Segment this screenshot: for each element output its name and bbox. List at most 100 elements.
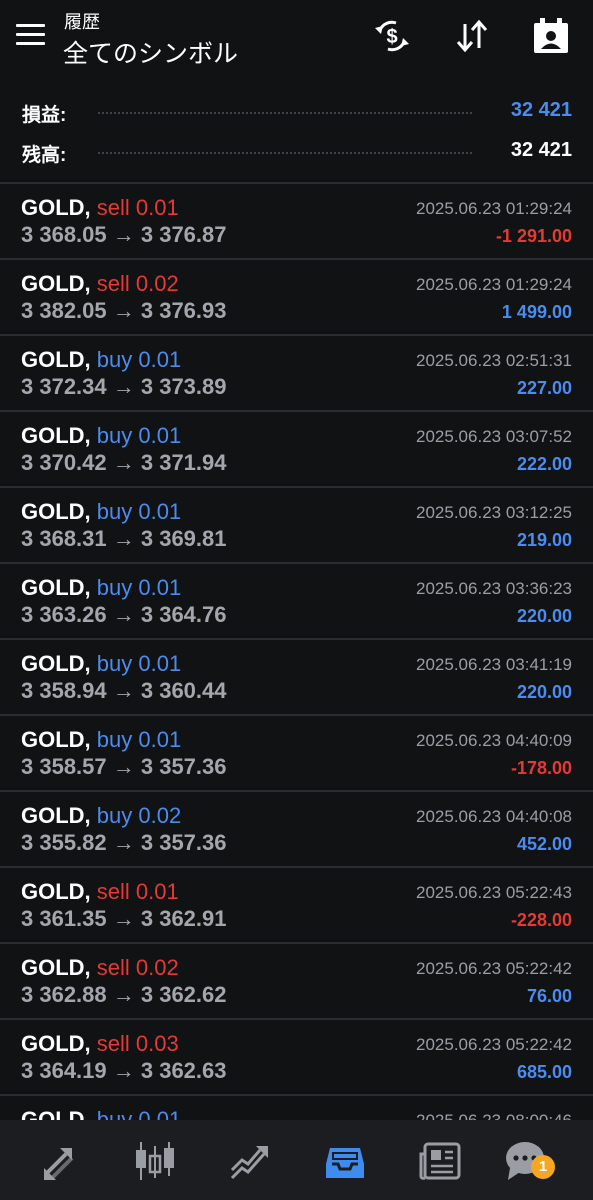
trade-side-volume: sell 0.02	[96, 271, 179, 296]
trade-prices: 3 361.35 → 3 362.91	[21, 906, 227, 931]
trade-prices: 3 382.05 → 3 376.93	[21, 298, 227, 323]
symbol-name: GOLD,	[21, 651, 91, 676]
symbol-name: GOLD,	[21, 423, 91, 448]
profit-row: 損益: 32 421	[22, 96, 572, 126]
app-header: 履歴 全てのシンボル $	[0, 0, 593, 90]
trade-symbol: GOLD, buy 0.01	[21, 1107, 181, 1120]
trade-symbol: GOLD, sell 0.01	[21, 879, 179, 905]
trade-time: 2025.06.23 05:22:42	[416, 959, 572, 978]
trade-prices: 3 358.57 → 3 357.36	[21, 754, 227, 779]
trade-row[interactable]: GOLD, sell 0.01 3 361.35 → 3 362.91 2025.0…	[0, 868, 593, 944]
profit-value: 32 421	[510, 99, 572, 121]
trade-row[interactable]: GOLD, buy 0.01 2025.06.23 08:00:46	[0, 1096, 593, 1120]
trade-row[interactable]: GOLD, buy 0.02 3 355.82 → 3 357.36 2025.06…	[0, 792, 593, 868]
trade-time: 2025.06.23 04:40:08	[416, 807, 572, 826]
trade-time: 2025.06.23 05:22:43	[416, 883, 572, 902]
trade-row[interactable]: GOLD, buy 0.01 3 370.42 → 3 371.94 2025.06…	[0, 412, 593, 488]
trade-row[interactable]: GOLD, sell 0.02 3 362.88 → 3 362.62 2025.0…	[0, 944, 593, 1020]
trade-row[interactable]: GOLD, sell 0.01 3 368.05 → 3 376.87 2025.0…	[0, 184, 593, 260]
symbol-name: GOLD,	[21, 727, 91, 752]
trade-time: 2025.06.23 03:12:25	[416, 503, 572, 522]
trade-prices: 3 368.31 → 3 369.81	[21, 526, 227, 551]
trade-row[interactable]: GOLD, sell 0.02 3 382.05 → 3 376.93 2025.0…	[0, 260, 593, 336]
trade-prices: 3 370.42 → 3 371.94	[21, 450, 227, 475]
news-icon[interactable]	[417, 1138, 463, 1184]
trade-profit: -1 291.00	[495, 226, 572, 246]
trade-symbol: GOLD, buy 0.01	[21, 651, 181, 677]
messages-badge: 1	[531, 1155, 555, 1179]
quotes-icon[interactable]	[36, 1138, 82, 1184]
trade-row[interactable]: GOLD, buy 0.01 3 363.26 → 3 364.76 2025.06…	[0, 564, 593, 640]
trade-row[interactable]: GOLD, buy 0.01 3 358.94 → 3 360.44 2025.06…	[0, 640, 593, 716]
chart-icon[interactable]	[132, 1138, 178, 1184]
trade-prices: 3 372.34 → 3 373.89	[21, 374, 227, 399]
trade-row[interactable]: GOLD, buy 0.01 3 372.34 → 3 373.89 2025.06…	[0, 336, 593, 412]
trade-profit: 219.00	[516, 530, 572, 550]
trade-symbol: GOLD, sell 0.03	[21, 1031, 179, 1057]
trade-prices: 3 362.88 → 3 362.62	[21, 982, 227, 1007]
symbol-name: GOLD,	[21, 575, 91, 600]
trade-prices: 3 364.19 → 3 362.63	[21, 1058, 227, 1083]
symbol-name: GOLD,	[21, 955, 91, 980]
trade-row[interactable]: GOLD, sell 0.03 3 364.19 → 3 362.63 2025.0…	[0, 1020, 593, 1096]
trade-symbol: GOLD, sell 0.01	[21, 195, 179, 221]
trade-side-volume: buy 0.01	[96, 727, 182, 752]
trade-side-volume: sell 0.01	[96, 195, 179, 220]
profit-label: 損益:	[22, 105, 67, 126]
trade-side-volume: buy 0.01	[96, 575, 182, 600]
symbol-name: GOLD,	[21, 347, 91, 372]
trade-profit: 227.00	[516, 378, 572, 398]
trade-time: 2025.06.23 01:29:24	[416, 275, 572, 294]
symbol-name: GOLD,	[21, 271, 91, 296]
trade-time: 2025.06.23 08:00:46	[416, 1111, 572, 1120]
trade-profit: -228.00	[510, 910, 572, 930]
symbol-filter-title[interactable]: 全てのシンボル	[63, 34, 238, 70]
balance-label: 残高:	[22, 145, 67, 166]
history-icon[interactable]	[322, 1138, 368, 1184]
trade-symbol: GOLD, buy 0.01	[21, 727, 181, 753]
trade-profit: 76.00	[526, 986, 572, 1006]
calendar-icon[interactable]	[531, 16, 571, 56]
trade-icon[interactable]	[226, 1138, 272, 1184]
symbol-name: GOLD,	[21, 499, 91, 524]
trade-side-volume: buy 0.02	[96, 803, 182, 828]
bottom-navigation	[0, 1120, 593, 1200]
trade-profit: -178.00	[510, 758, 572, 778]
trade-profit: 452.00	[516, 834, 572, 854]
trade-time: 2025.06.23 03:36:23	[416, 579, 572, 598]
balance-row: 残高: 32 421	[22, 136, 572, 166]
trade-symbol: GOLD, buy 0.01	[21, 499, 181, 525]
trade-time: 2025.06.23 03:41:19	[416, 655, 572, 674]
trade-symbol: GOLD, buy 0.01	[21, 347, 181, 373]
trade-profit: 222.00	[516, 454, 572, 474]
trade-row[interactable]: GOLD, buy 0.01 3 368.31 → 3 369.81 2025.06…	[0, 488, 593, 564]
sort-icon[interactable]	[452, 16, 492, 56]
svg-text:$: $	[386, 26, 397, 48]
menu-icon[interactable]	[16, 24, 46, 46]
trade-prices: 3 355.82 → 3 357.36	[21, 830, 227, 855]
trade-side-volume: sell 0.01	[96, 879, 179, 904]
trade-profit: 220.00	[516, 606, 572, 626]
dotted-leader	[98, 152, 472, 154]
trade-side-volume: buy 0.01	[96, 347, 182, 372]
trade-side-volume: buy 0.01	[96, 1107, 182, 1120]
header-subtitle: 履歴	[64, 12, 100, 32]
trade-time: 2025.06.23 05:22:42	[416, 1035, 572, 1054]
trade-row[interactable]: GOLD, buy 0.01 3 358.57 → 3 357.36 2025.06…	[0, 716, 593, 792]
trade-time: 2025.06.23 04:40:09	[416, 731, 572, 750]
trade-profit: 685.00	[516, 1062, 572, 1082]
trade-side-volume: buy 0.01	[96, 651, 182, 676]
trade-profit: 1 499.00	[501, 302, 572, 322]
trade-history-list[interactable]: GOLD, sell 0.01 3 368.05 → 3 376.87 2025.0…	[0, 184, 593, 1120]
trade-symbol: GOLD, buy 0.01	[21, 423, 181, 449]
trade-profit: 220.00	[516, 682, 572, 702]
trade-side-volume: sell 0.03	[96, 1031, 179, 1056]
trade-time: 2025.06.23 01:29:24	[416, 199, 572, 218]
trade-side-volume: buy 0.01	[96, 423, 182, 448]
symbol-name: GOLD,	[21, 195, 91, 220]
trade-prices: 3 368.05 → 3 376.87	[21, 222, 227, 247]
trade-side-volume: buy 0.01	[96, 499, 182, 524]
currency-exchange-icon[interactable]: $	[372, 16, 412, 56]
trade-time: 2025.06.23 03:07:52	[416, 427, 572, 446]
trade-symbol: GOLD, sell 0.02	[21, 955, 179, 981]
